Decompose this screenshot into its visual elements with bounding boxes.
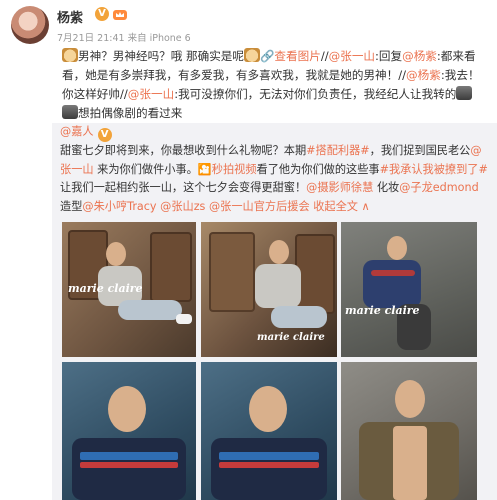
- post-date[interactable]: 7月21日 21:41: [57, 33, 125, 44]
- post-meta: 7月21日 21:41 来自 iPhone 6: [57, 30, 191, 44]
- post-text-fragment: :回复: [375, 49, 403, 63]
- emoji-cat-icon: [62, 48, 78, 62]
- post-source: 来自 iPhone 6: [127, 33, 191, 44]
- emoji-camera-icon: [62, 105, 78, 119]
- post-text-fragment: 造型: [60, 199, 83, 213]
- post-text-fragment: 让我们一起相约张一山，这个七夕会变得更甜蜜！: [60, 181, 307, 194]
- mention-link[interactable]: 收起全文 ∧: [313, 200, 370, 213]
- mention-link[interactable]: @张一山: [329, 49, 375, 63]
- repost-text: @嘉人 V 甜蜜七夕即将到来，你最想收到什么礼物呢？本期#搭配利器#，我们捉到国民老…: [60, 123, 490, 216]
- photo-1[interactable]: marie claire: [62, 222, 196, 357]
- photo-4[interactable]: [62, 362, 196, 500]
- mention-link[interactable]: 🎦秒拍视频: [198, 163, 257, 176]
- post-text-fragment: //: [320, 49, 329, 63]
- photo-3[interactable]: marie claire: [341, 222, 477, 357]
- post-text-fragment: 想拍偶像剧的看过来: [78, 106, 183, 120]
- verified-badge-icon: V: [95, 7, 109, 21]
- post-text-fragment: 化妆: [373, 181, 400, 194]
- mention-link[interactable]: @嘉人: [60, 125, 94, 138]
- crown-icon: [113, 10, 127, 20]
- mention-link[interactable]: @张一山: [128, 87, 174, 101]
- photo-6[interactable]: [341, 362, 477, 500]
- mention-link[interactable]: @杨紫: [402, 49, 437, 63]
- post-text-fragment: 甜蜜七夕即将到来，你最想收到什么礼物呢？本期: [60, 144, 307, 157]
- username[interactable]: 杨紫: [57, 7, 83, 26]
- post-text-fragment: 来为你们做件小事。: [93, 162, 198, 176]
- mention-link[interactable]: @朱小哼Tracy: [82, 200, 156, 213]
- mention-link[interactable]: #搭配利器#: [306, 144, 370, 157]
- mention-link[interactable]: @张一山官方后援会: [209, 200, 310, 213]
- post-text-fragment: 看了他为你们做的这些事: [256, 162, 380, 176]
- post-text-fragment: :我可没撩你们，无法对你们负责任，我经纪人让我转的: [174, 87, 457, 101]
- emoji-cat-icon: [244, 48, 260, 62]
- mention-link[interactable]: @子龙edmond: [399, 181, 478, 194]
- mention-link[interactable]: #我承认我被撩到了#: [380, 163, 488, 176]
- avatar[interactable]: [11, 6, 49, 44]
- emoji-camera-icon: [456, 86, 473, 100]
- post-text-fragment: 男神？男神经吗？哦 那确实是呢: [78, 49, 244, 63]
- verified-icon: V: [97, 128, 112, 142]
- repost-card: @嘉人 V 甜蜜七夕即将到来，你最想收到什么礼物呢？本期#搭配利器#，我们捉到国民老…: [52, 123, 497, 500]
- watermark-text: marie claire: [345, 304, 420, 317]
- post-text: 男神？男神经吗？哦 那确实是呢 🔗查看图片//@张一山:回复@杨紫:都来看看，她是…: [62, 47, 482, 123]
- watermark-text: marie claire: [257, 332, 325, 343]
- mention-link[interactable]: 🔗查看图片: [260, 49, 321, 63]
- mention-link[interactable]: @张山zs: [160, 200, 205, 213]
- mention-link[interactable]: @摄影师徐慧: [306, 181, 373, 194]
- watermark-text: marie claire: [68, 282, 143, 295]
- mention-link[interactable]: @杨紫: [406, 68, 441, 82]
- post-header: 杨紫 V 7月21日 21:41 来自 iPhone 6: [8, 4, 488, 48]
- photo-5[interactable]: [201, 362, 337, 500]
- post-text-fragment: ，我们捉到国民老公: [369, 144, 471, 157]
- photo-2[interactable]: marie claire: [201, 222, 337, 357]
